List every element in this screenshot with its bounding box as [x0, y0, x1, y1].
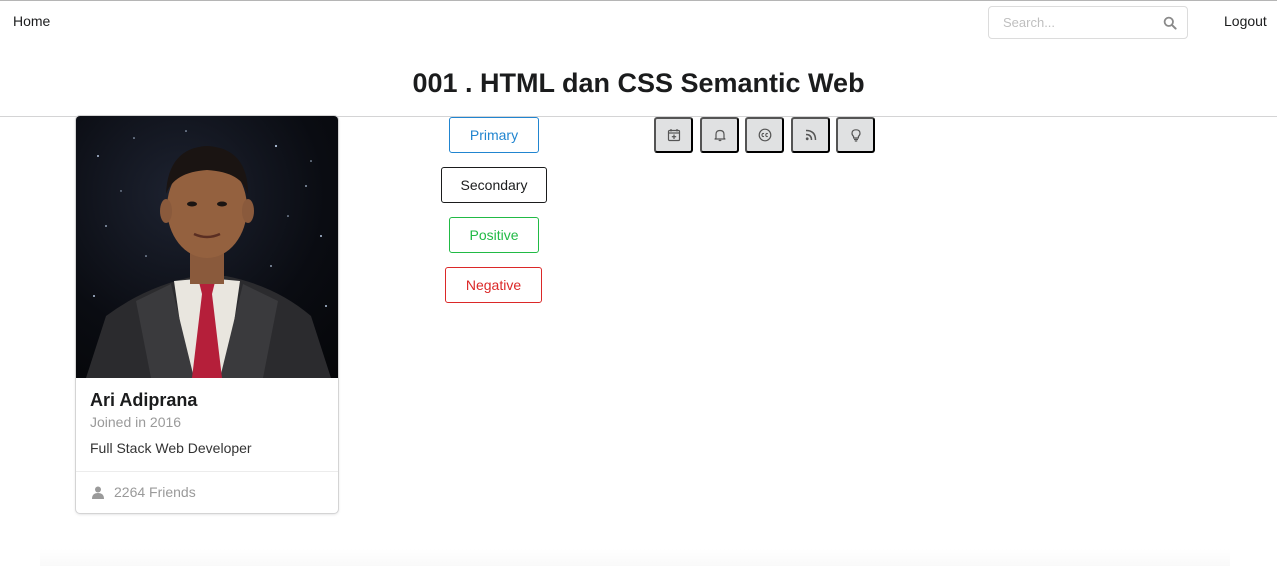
profile-name: Ari Adiprana	[90, 390, 198, 410]
closed-captions-button[interactable]	[745, 117, 784, 153]
profile-card: Ari Adiprana Joined in 2016 Full Stack W…	[76, 116, 338, 513]
bell-icon	[713, 129, 726, 142]
profile-description: Full Stack Web Developer	[90, 440, 252, 456]
search-box[interactable]	[988, 6, 1188, 39]
avatar	[76, 116, 338, 378]
page-title: 001 . HTML dan CSS Semantic Web	[412, 68, 865, 98]
friends-count: 2264 Friends	[114, 484, 196, 500]
profile-joined: Joined in 2016	[90, 414, 182, 430]
rss-button[interactable]	[791, 117, 830, 153]
secondary-button[interactable]: Secondary	[441, 167, 547, 203]
closed-captions-icon	[758, 128, 771, 142]
negative-button[interactable]: Negative	[445, 267, 542, 303]
profile-friends-row[interactable]: 2264 Friends	[76, 471, 338, 513]
lightbulb-icon	[850, 129, 861, 142]
search-icon[interactable]	[1163, 16, 1177, 30]
logout-link[interactable]: Logout	[1224, 13, 1267, 29]
user-icon	[92, 486, 104, 499]
lightbulb-button[interactable]	[836, 117, 875, 153]
search-input[interactable]	[989, 7, 1159, 38]
bottom-shadow	[40, 548, 1230, 566]
positive-button[interactable]: Positive	[449, 217, 539, 253]
primary-button[interactable]: Primary	[449, 117, 539, 153]
bell-button[interactable]	[700, 117, 739, 153]
home-link[interactable]: Home	[13, 13, 50, 29]
rss-icon	[805, 129, 816, 141]
top-border	[0, 0, 1277, 1]
calendar-plus-icon	[667, 129, 680, 142]
calendar-plus-button[interactable]	[654, 117, 693, 153]
